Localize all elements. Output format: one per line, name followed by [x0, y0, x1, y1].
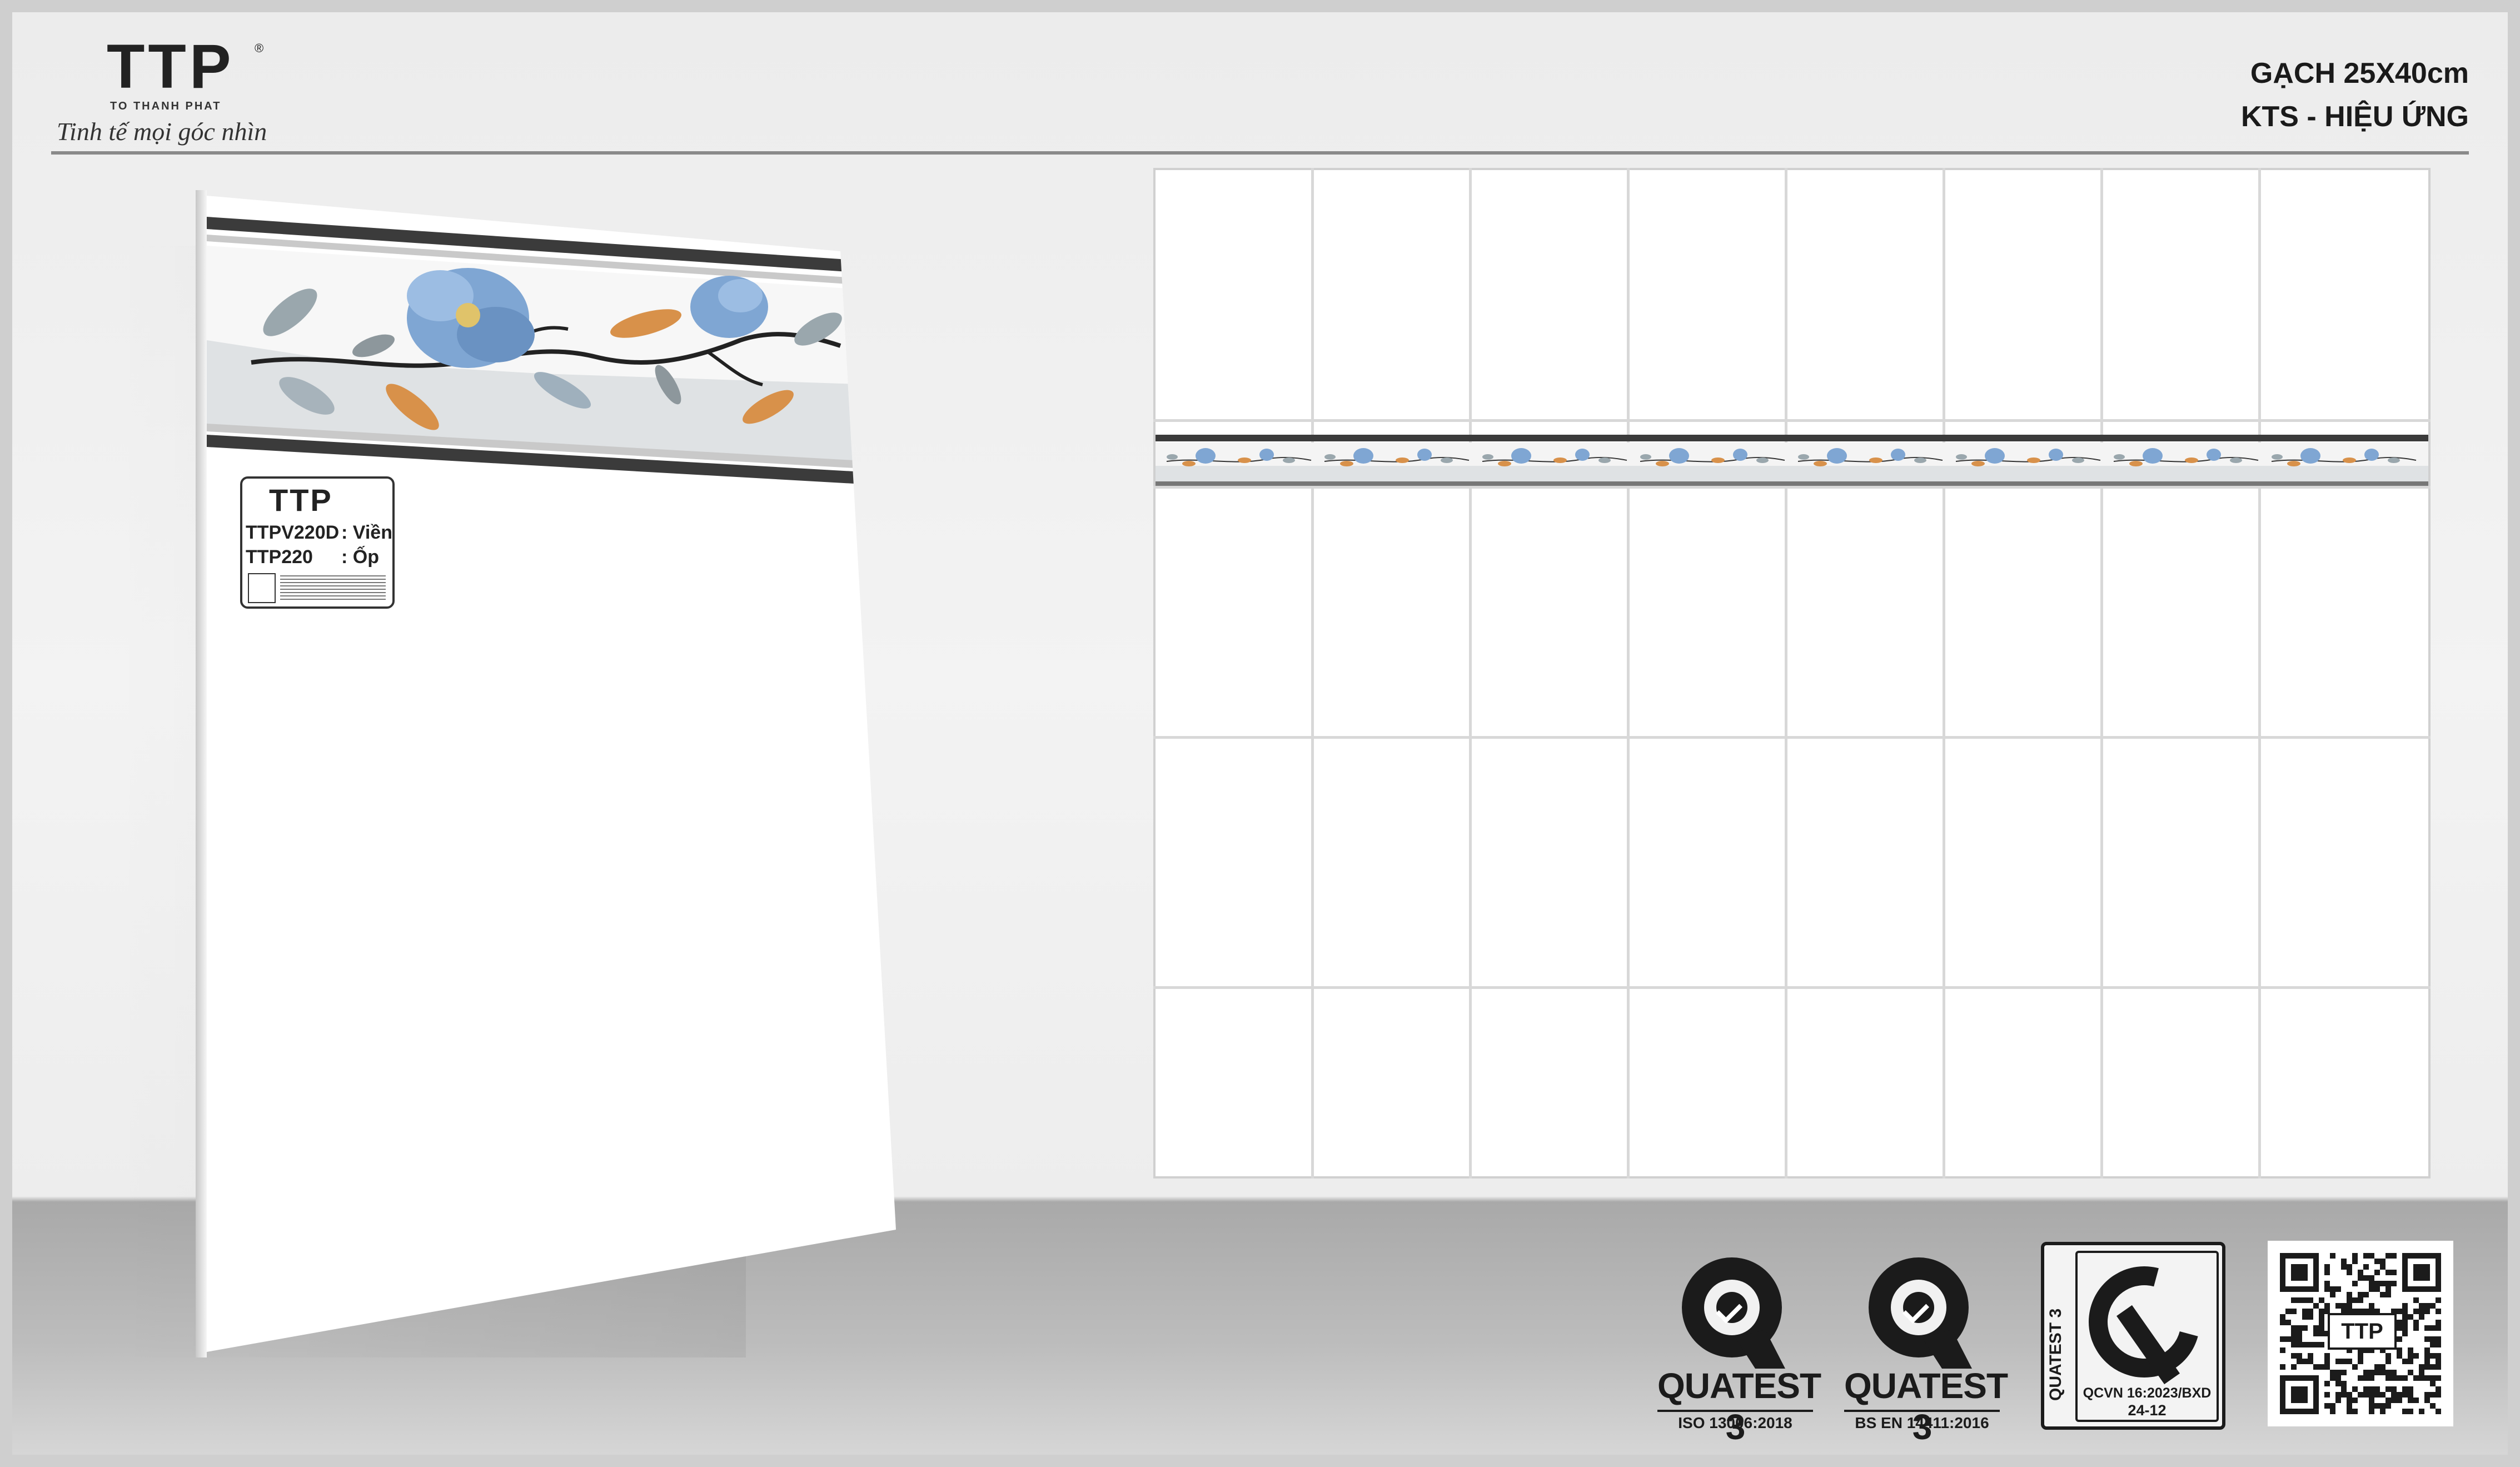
tile-decor-artwork: [207, 217, 874, 485]
quatest-iso-name: QUATEST 3: [1657, 1366, 1821, 1447]
wall-surface: [1153, 168, 2431, 1178]
grout-horizontal-line: [1153, 986, 2431, 989]
poster-frame: TTP ® TO THANH PHAT Tinh tế mọi góc nhìn…: [12, 12, 2508, 1455]
label-value-wall: : Ốp: [341, 546, 379, 568]
grout-vertical-line: [1311, 168, 1314, 1178]
label-value-border: : Viền: [341, 522, 392, 543]
grout-vertical-line: [2258, 168, 2261, 1178]
quatest-iso-badge: QUATEST 3 ISO 13006:2018: [1657, 1252, 1821, 1447]
brand-subtitle: TO THANH PHAT: [110, 100, 222, 112]
grout-vertical-line: [1785, 168, 1787, 1178]
brand-slogan: Tinh tế mọi góc nhìn: [57, 117, 267, 146]
tile-sample-image: [207, 196, 896, 1352]
label-code-wall: TTP220: [246, 546, 313, 568]
registered-mark: ®: [255, 41, 264, 55]
grout-vertical-line: [1627, 168, 1630, 1178]
page: TTP ® TO THANH PHAT Tinh tế mọi góc nhìn…: [0, 0, 2520, 1467]
tile-edge: [196, 190, 207, 1357]
brand-mark: TTP: [107, 32, 235, 101]
grout-horizontal-line: [1153, 736, 2431, 739]
quatest-bsen-standard: BS EN 14411:2016: [1844, 1410, 2000, 1432]
grout-vertical-line: [1943, 168, 1945, 1178]
wall-layout-preview: [1153, 168, 2432, 1191]
cr-logo-icon: [2068, 1246, 2220, 1398]
product-effect-title: KTS - HIỆU ỨNG: [2240, 101, 2469, 133]
wall-border-strip: [1156, 435, 2428, 486]
grout-vertical-line: [2100, 168, 2103, 1178]
tile-product-label: TTP TTPV220D : Viền TTP220 : Ốp: [240, 476, 395, 609]
label-fine-print: [280, 573, 386, 601]
qr-code[interactable]: TTP: [2268, 1241, 2453, 1426]
cr-conformity-mark: QUATEST 3 QCVN 16:2023/BXD 24-12: [2041, 1242, 2225, 1430]
qr-brand-label: TTP: [2328, 1313, 2397, 1350]
product-size-title: GẠCH 25X40cm: [2250, 57, 2469, 89]
header-divider: [51, 151, 2469, 155]
quatest-bsen-name: QUATEST 3: [1844, 1366, 2008, 1447]
label-cr-icon: [248, 573, 276, 603]
cr-standard-code: QCVN 16:2023/BXD: [2083, 1385, 2212, 1401]
label-brand-mark: TTP: [269, 483, 333, 518]
grout-horizontal-line: [1153, 419, 2431, 422]
quatest-bsen-badge: QUATEST 3 BS EN 14411:2016: [1844, 1252, 2008, 1447]
grout-horizontal-line: [1153, 486, 2431, 489]
label-code-border: TTPV220D: [246, 522, 340, 543]
cr-standard-number: 24-12: [2128, 1402, 2167, 1419]
grout-vertical-line: [1469, 168, 1472, 1178]
cr-side-text: QUATEST 3: [2046, 1308, 2065, 1401]
quatest-iso-standard: ISO 13006:2018: [1657, 1410, 1813, 1432]
